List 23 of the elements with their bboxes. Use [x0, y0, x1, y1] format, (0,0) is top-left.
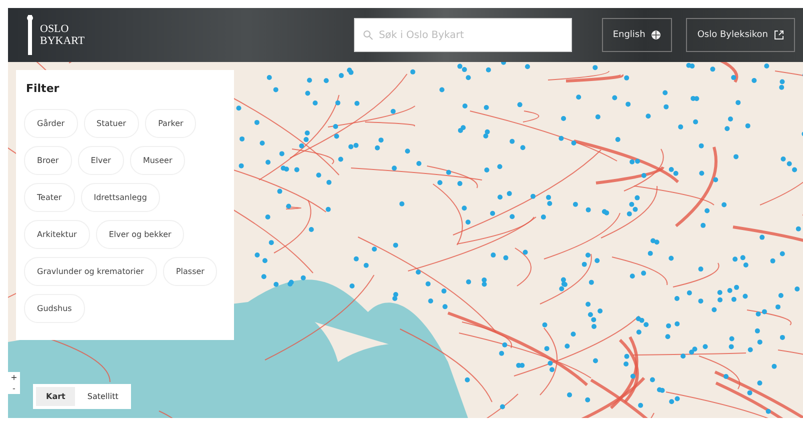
statue-icon: [26, 15, 34, 55]
logo-text: BYKART: [40, 35, 85, 47]
filter-title: Filter: [26, 82, 60, 95]
search-field[interactable]: Søk i Oslo Bykart: [354, 18, 572, 52]
filter-chip[interactable]: Elver og bekker: [96, 220, 184, 249]
filter-chip[interactable]: Teater: [24, 183, 75, 212]
filter-chip[interactable]: Gudshus: [24, 294, 85, 323]
filter-chip[interactable]: Broer: [24, 146, 72, 175]
filter-chip[interactable]: Plasser: [162, 257, 218, 286]
map-type-tab[interactable]: Kart: [36, 387, 76, 406]
filter-chip[interactable]: Elver: [78, 146, 124, 175]
search-icon: [362, 30, 373, 40]
filter-chip[interactable]: Parker: [145, 109, 196, 138]
external-link-button[interactable]: Oslo Byleksikon: [686, 18, 795, 52]
filter-chip[interactable]: Arkitektur: [24, 220, 90, 249]
language-button[interactable]: English: [602, 18, 672, 52]
filter-chip[interactable]: Gårder: [24, 109, 78, 138]
external-link-icon: [774, 30, 784, 40]
filter-chip[interactable]: Statuer: [84, 109, 140, 138]
filter-chip[interactable]: Gravlunder og krematorier: [24, 257, 157, 286]
filter-chip[interactable]: Idrettsanlegg: [80, 183, 160, 212]
filter-chip[interactable]: Museer: [130, 146, 186, 175]
logo-text: OSLO: [40, 23, 70, 35]
